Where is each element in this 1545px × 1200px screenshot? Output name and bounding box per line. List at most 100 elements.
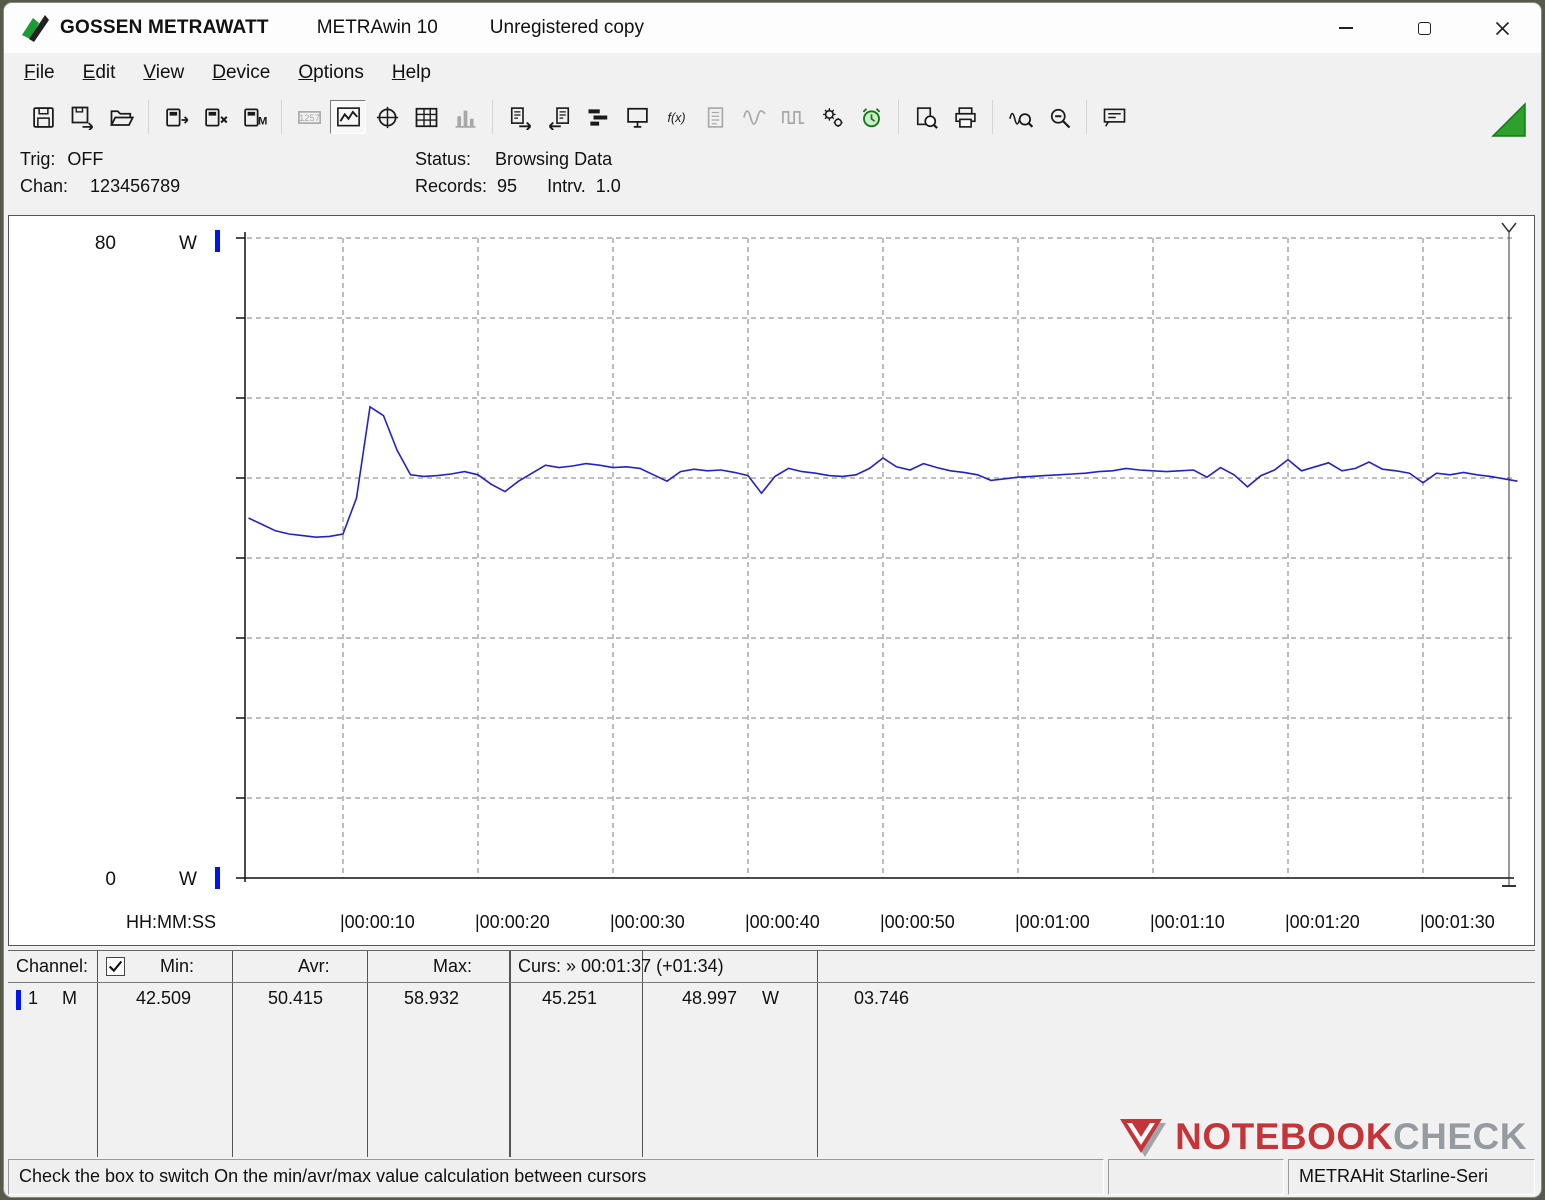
device-read-button[interactable] <box>158 100 194 134</box>
alarm-clock-button[interactable] <box>853 100 889 134</box>
print-button[interactable] <box>947 100 983 134</box>
waveform-b-button <box>775 100 811 134</box>
trend-view-icon <box>336 105 361 130</box>
app-window: GOSSEN METRAWATT METRAwin 10 Unregistere… <box>3 2 1542 1198</box>
annotation-icon <box>1102 105 1127 130</box>
y-unit-top: W <box>179 233 197 254</box>
alarm-clock-icon <box>859 105 884 130</box>
svg-text:f(x): f(x) <box>667 110 685 124</box>
records-value: 95 <box>497 176 517 196</box>
minimize-button[interactable] <box>1307 3 1385 53</box>
save-file-button[interactable] <box>25 100 61 134</box>
header-max: Max: <box>433 956 472 977</box>
open-file-button[interactable] <box>103 100 139 134</box>
bargraph-view-icon <box>453 105 478 130</box>
cell-mode: M <box>62 988 77 1009</box>
statusbar-hint: Check the box to switch On the min/avr/m… <box>8 1159 1104 1195</box>
timeline-view-icon <box>586 105 611 130</box>
waveform-b-icon <box>781 105 806 130</box>
device-stop-button[interactable] <box>197 100 233 134</box>
monitor-view-button[interactable] <box>619 100 655 134</box>
menu-options[interactable]: Options <box>284 57 377 89</box>
close-icon <box>1495 21 1510 36</box>
table-view-button[interactable] <box>408 100 444 134</box>
header-channel: Channel: <box>16 956 88 977</box>
header-min: Min: <box>160 956 194 977</box>
x-tick-label: |00:01:00 <box>1015 912 1090 932</box>
timeline-view-button[interactable] <box>580 100 616 134</box>
cell-max: 58.932 <box>404 988 459 1009</box>
brand-title: GOSSEN METRAWATT <box>60 17 269 39</box>
minmax-checkbox[interactable] <box>106 957 125 976</box>
x-tick-label: |00:00:20 <box>475 912 550 932</box>
save-as-icon <box>70 105 95 130</box>
export-data-icon <box>508 105 533 130</box>
doc-view-icon <box>703 105 728 130</box>
cell-min: 42.509 <box>136 988 191 1009</box>
scope-view-button[interactable] <box>369 100 405 134</box>
zoom-signal-icon <box>1008 105 1033 130</box>
formula-icon: f(x) <box>664 105 689 130</box>
save-as-button[interactable] <box>64 100 100 134</box>
annotation-button[interactable] <box>1096 100 1132 134</box>
chart-canvas[interactable]: 80W0WHH:MM:SS|00:00:10|00:00:20|00:00:30… <box>9 216 1534 945</box>
import-data-icon <box>547 105 572 130</box>
import-data-button[interactable] <box>541 100 577 134</box>
zoom-signal-button[interactable] <box>1002 100 1038 134</box>
y-max-label: 80 <box>95 233 116 254</box>
device-stop-icon <box>203 105 228 130</box>
toolbar-group: f(x) <box>493 100 899 134</box>
toolbar-group: M <box>149 100 282 134</box>
x-tick-label: |00:00:10 <box>340 912 415 932</box>
status-label: Status: <box>415 149 471 169</box>
resize-grip-icon[interactable] <box>1491 102 1527 138</box>
desktop: GOSSEN METRAWATT METRAwin 10 Unregistere… <box>0 0 1545 1200</box>
cursor-handle[interactable] <box>1502 223 1516 886</box>
watermark-text-red: NOTEBOOK <box>1175 1116 1393 1157</box>
chan-label: Chan: <box>20 176 68 196</box>
toolbar: M 1257 f(x) <box>4 93 1541 141</box>
device-settings-button[interactable] <box>814 100 850 134</box>
minimize-icon <box>1339 27 1353 29</box>
menu-view[interactable]: View <box>129 57 198 89</box>
toolbar-group <box>16 100 149 134</box>
print-preview-button[interactable] <box>908 100 944 134</box>
device-memory-button[interactable]: M <box>236 100 272 134</box>
doc-view-button <box>697 100 733 134</box>
menu-file[interactable]: File <box>10 57 69 89</box>
status-bar: Check the box to switch On the min/avr/m… <box>8 1159 1535 1197</box>
formula-button[interactable]: f(x) <box>658 100 694 134</box>
close-button[interactable] <box>1463 3 1541 53</box>
cell-cursor-a: 45.251 <box>542 988 597 1009</box>
maximize-button[interactable] <box>1385 3 1463 53</box>
trend-view-button[interactable] <box>330 100 366 134</box>
chart-panel[interactable]: 80W0WHH:MM:SS|00:00:10|00:00:20|00:00:30… <box>8 215 1535 946</box>
intrv-label: Intrv. <box>547 176 586 196</box>
toolbar-group: 1257 <box>282 100 493 134</box>
acquisition-status: Trig:OFF Status:Browsing Data Chan:12345… <box>20 149 1525 209</box>
header-cursor: Curs: » 00:01:37 (+01:34) <box>518 956 724 977</box>
print-icon <box>953 105 978 130</box>
zoom-reset-button[interactable] <box>1041 100 1077 134</box>
cell-unit: W <box>762 988 779 1009</box>
menu-edit[interactable]: Edit <box>69 57 130 89</box>
channel-marker-bottom <box>215 867 220 889</box>
scope-view-icon <box>375 105 400 130</box>
window-controls <box>1307 3 1541 53</box>
numeric-display-button: 1257 <box>291 100 327 134</box>
x-axis-caption: HH:MM:SS <box>126 912 216 932</box>
toolbar-group <box>1087 100 1141 134</box>
menu-help[interactable]: Help <box>378 57 445 89</box>
table-view-icon <box>414 105 439 130</box>
open-file-icon <box>109 105 134 130</box>
chan-value: 123456789 <box>90 176 180 196</box>
export-data-button[interactable] <box>502 100 538 134</box>
channel-color-chip <box>16 990 21 1010</box>
cell-cursor-b: 48.997 <box>682 988 737 1009</box>
svg-text:1257: 1257 <box>299 113 320 123</box>
cursor-top-marker-icon[interactable] <box>1502 223 1516 232</box>
waveform-a-button <box>736 100 772 134</box>
watermark-text-gray: CHECK <box>1393 1116 1527 1157</box>
x-tick-label: |00:01:20 <box>1285 912 1360 932</box>
menu-device[interactable]: Device <box>198 57 284 89</box>
